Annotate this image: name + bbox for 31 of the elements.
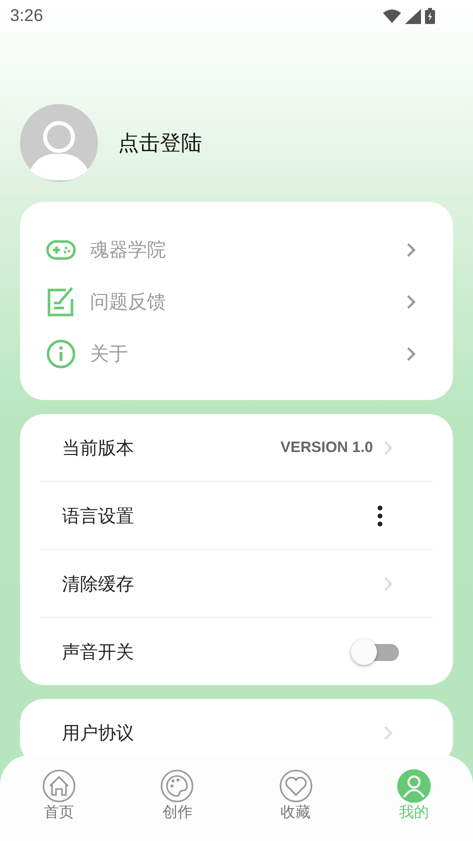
person-icon bbox=[396, 769, 431, 803]
sound-toggle[interactable] bbox=[351, 638, 399, 664]
info-icon bbox=[46, 339, 76, 369]
more-icon[interactable] bbox=[377, 504, 383, 526]
nav-tab[interactable]: 首页 bbox=[0, 769, 118, 841]
login-link[interactable]: 点击登陆 bbox=[118, 129, 202, 157]
chevron-icon[interactable] bbox=[383, 724, 393, 740]
signal-icon bbox=[405, 8, 421, 24]
chevron-icon bbox=[406, 346, 416, 362]
setting-label: 声音开关 bbox=[62, 640, 135, 664]
menu-item[interactable]: 问题反馈 bbox=[20, 276, 453, 328]
chevron-icon bbox=[406, 294, 416, 310]
menu-item[interactable]: 魂器学院 bbox=[20, 224, 453, 276]
chevron-icon[interactable] bbox=[383, 576, 393, 592]
setting-label: 清除缓存 bbox=[62, 572, 135, 596]
menu-item[interactable]: 关于 bbox=[20, 328, 453, 380]
wifi-icon bbox=[383, 9, 401, 23]
palette-icon bbox=[160, 769, 194, 803]
chevron-icon bbox=[406, 242, 416, 258]
setting-label: 语言设置 bbox=[62, 504, 135, 528]
home-icon bbox=[42, 769, 76, 803]
nav-tab[interactable]: 创作 bbox=[118, 769, 236, 841]
nav-tab[interactable]: 收藏 bbox=[236, 769, 355, 841]
battery-icon bbox=[425, 8, 435, 24]
edit-note-icon bbox=[46, 287, 76, 317]
chevron-icon[interactable] bbox=[383, 440, 393, 456]
setting-label: 当前版本 bbox=[62, 436, 135, 460]
version-text: VERSION 1.0 bbox=[280, 439, 373, 456]
avatar-icon[interactable] bbox=[20, 104, 98, 182]
status-time: 3:26 bbox=[10, 6, 44, 26]
setting-label: 用户协议 bbox=[62, 722, 135, 744]
